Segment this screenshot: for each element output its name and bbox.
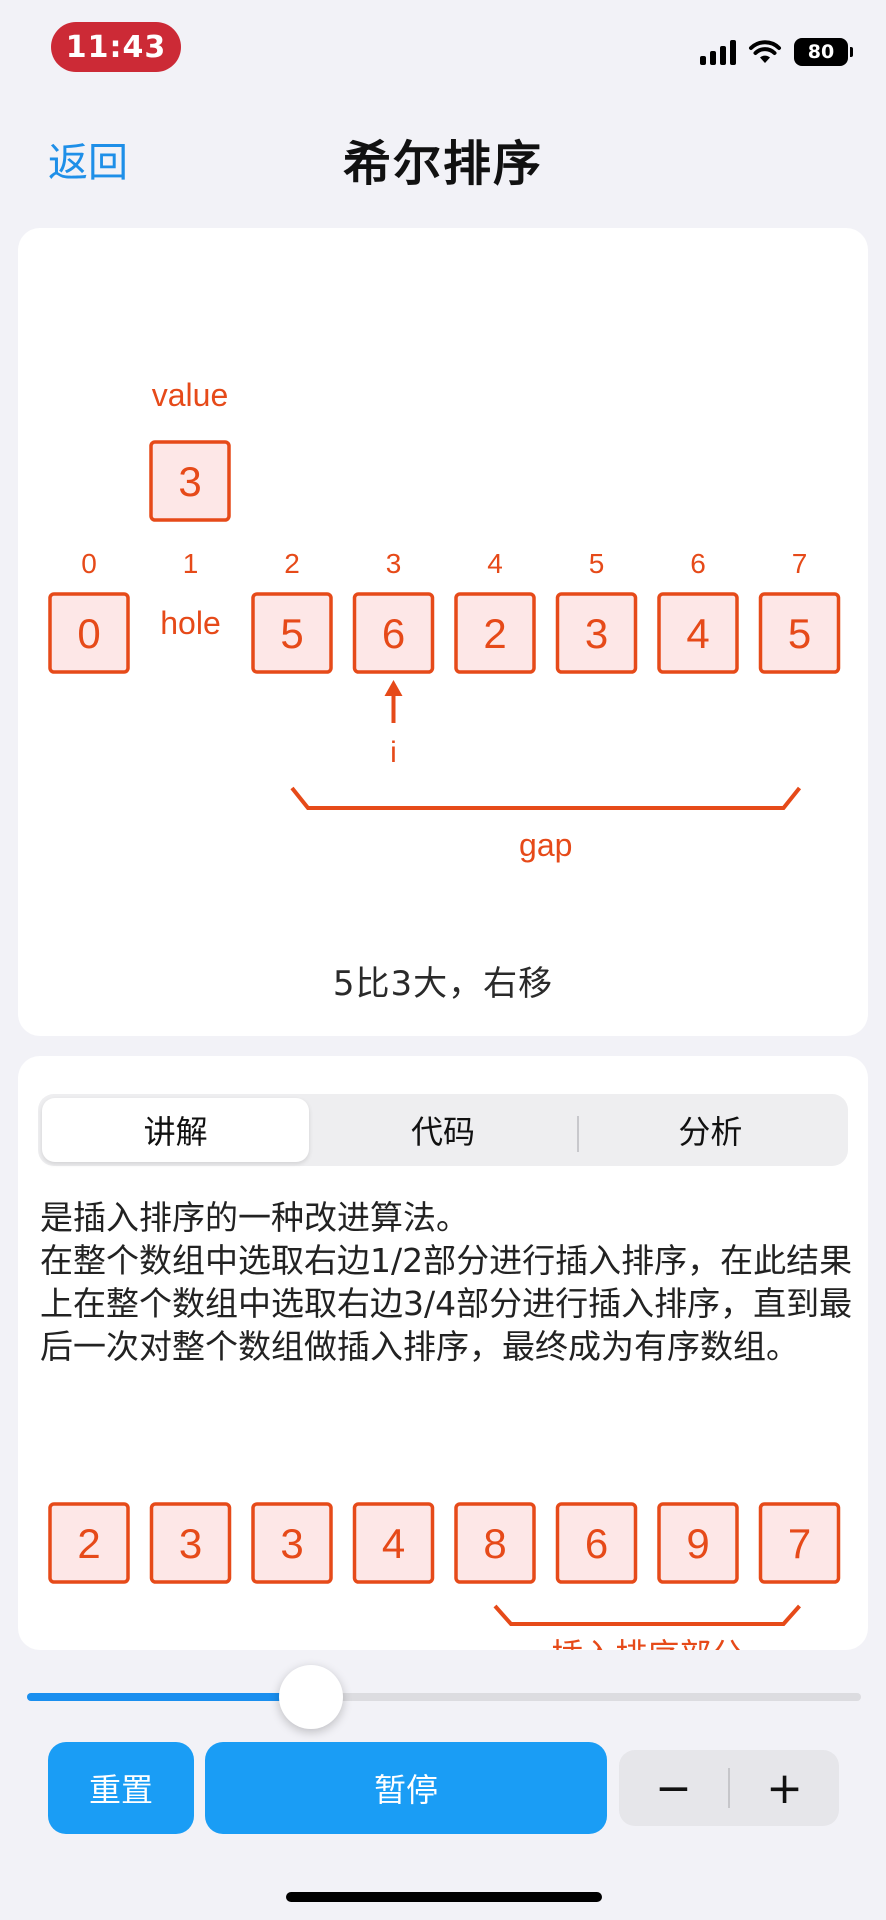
index-label: 2: [284, 548, 300, 579]
array-cell-value: 6: [382, 610, 405, 657]
array-cell: 2: [454, 592, 536, 674]
example-cell: 7: [758, 1502, 841, 1584]
example-cell-value: 8: [483, 1520, 506, 1567]
index-label: 1: [183, 548, 199, 579]
pointer-arrow: i: [384, 680, 403, 769]
increment-button[interactable]: +: [730, 1750, 839, 1826]
gap-label: gap: [519, 827, 572, 863]
example-cell: 2: [48, 1502, 130, 1584]
example-cell-value: 3: [179, 1520, 202, 1567]
array-row: 0 hole 5 6 2 3 4 5: [48, 592, 841, 674]
array-cell: 5: [758, 592, 841, 674]
index-label: 6: [690, 548, 706, 579]
value-cell: 3: [149, 440, 231, 522]
example-cell-value: 9: [686, 1520, 709, 1567]
example-cell-value: 4: [382, 1520, 405, 1567]
example-cell: 6: [555, 1502, 638, 1584]
value-cell-value: 3: [178, 458, 201, 505]
array-cell-value: 0: [77, 610, 100, 657]
array-cell: 5: [251, 592, 333, 674]
example-cell: 8: [454, 1502, 536, 1584]
array-cell-value: 4: [686, 610, 709, 657]
example-array-row: 2 3 3 4 8 6 9 7: [48, 1502, 841, 1584]
index-label: 5: [589, 548, 605, 579]
value-box: 3: [149, 440, 231, 522]
array-cell: 6: [352, 592, 435, 674]
array-cell: 4: [657, 592, 739, 674]
status-icons: 80: [700, 38, 853, 66]
array-cell-value: 2: [483, 610, 506, 657]
example-brace: 插入排序部分: [493, 1604, 801, 1650]
progress-slider[interactable]: [27, 1665, 861, 1729]
slider-thumb[interactable]: [278, 1665, 343, 1729]
status-time: 11:43: [51, 22, 181, 72]
index-label: 7: [792, 548, 808, 579]
example-cell-value: 7: [788, 1520, 811, 1567]
gap-bracket: [290, 786, 802, 810]
wifi-icon: [748, 39, 782, 65]
index-row: 0 1 2 3 4 5 6 7: [81, 548, 807, 579]
example-cell-value: 2: [77, 1520, 100, 1567]
example-cell-value: 3: [280, 1520, 303, 1567]
example-bracket: [493, 1604, 801, 1626]
index-label: 3: [386, 548, 402, 579]
example-cell: 3: [149, 1502, 232, 1584]
pointer-label: i: [390, 736, 397, 769]
decrement-button[interactable]: −: [619, 1750, 728, 1826]
cellular-signal-icon: [700, 39, 736, 65]
example-cell: 4: [352, 1502, 435, 1584]
visualization-card: value 3 0 1 2 3 4 5 6 7 0 hole 5 6 2 3 4 5 i gap 5比3大，…: [18, 228, 868, 1036]
home-indicator: [286, 1892, 602, 1902]
index-label: 0: [81, 548, 97, 579]
speed-stepper: − +: [619, 1750, 839, 1826]
example-array: 2 3 3 4 8 6 9 7 插入排序部分: [48, 1502, 841, 1650]
array-cell: 0: [48, 592, 130, 674]
page-title: 希尔排序: [342, 136, 543, 192]
gap-brace: gap: [290, 786, 802, 863]
array-cell: 3: [555, 592, 638, 674]
reset-button[interactable]: 重置: [48, 1742, 194, 1834]
array-visualization: value 3 0 1 2 3 4 5 6 7 0 hole 5 6 2 3 4 5 i gap: [48, 377, 841, 863]
battery-icon: 80: [794, 38, 853, 66]
value-label: value: [152, 377, 229, 413]
array-cell-value: 3: [585, 610, 608, 657]
step-caption: 5比3大，右移: [332, 964, 554, 1004]
example-brace-label: 插入排序部分: [551, 1637, 743, 1650]
arrow-up-icon: [384, 680, 403, 696]
array-cell-value: 5: [788, 610, 811, 657]
index-label: 4: [487, 548, 503, 579]
example-cell-value: 6: [585, 1520, 608, 1567]
example-cell: 9: [657, 1502, 739, 1584]
array-cell-value: 5: [280, 610, 303, 657]
pause-button[interactable]: 暂停: [205, 1742, 607, 1834]
example-cell: 3: [251, 1502, 333, 1584]
explanation-card: 讲解 代码 分析 是插入排序的一种改进算法。 在整个数组中选取右边1/2部分进行…: [18, 1056, 868, 1650]
slider-fill: [27, 1693, 311, 1701]
hole-label: hole: [160, 605, 221, 641]
